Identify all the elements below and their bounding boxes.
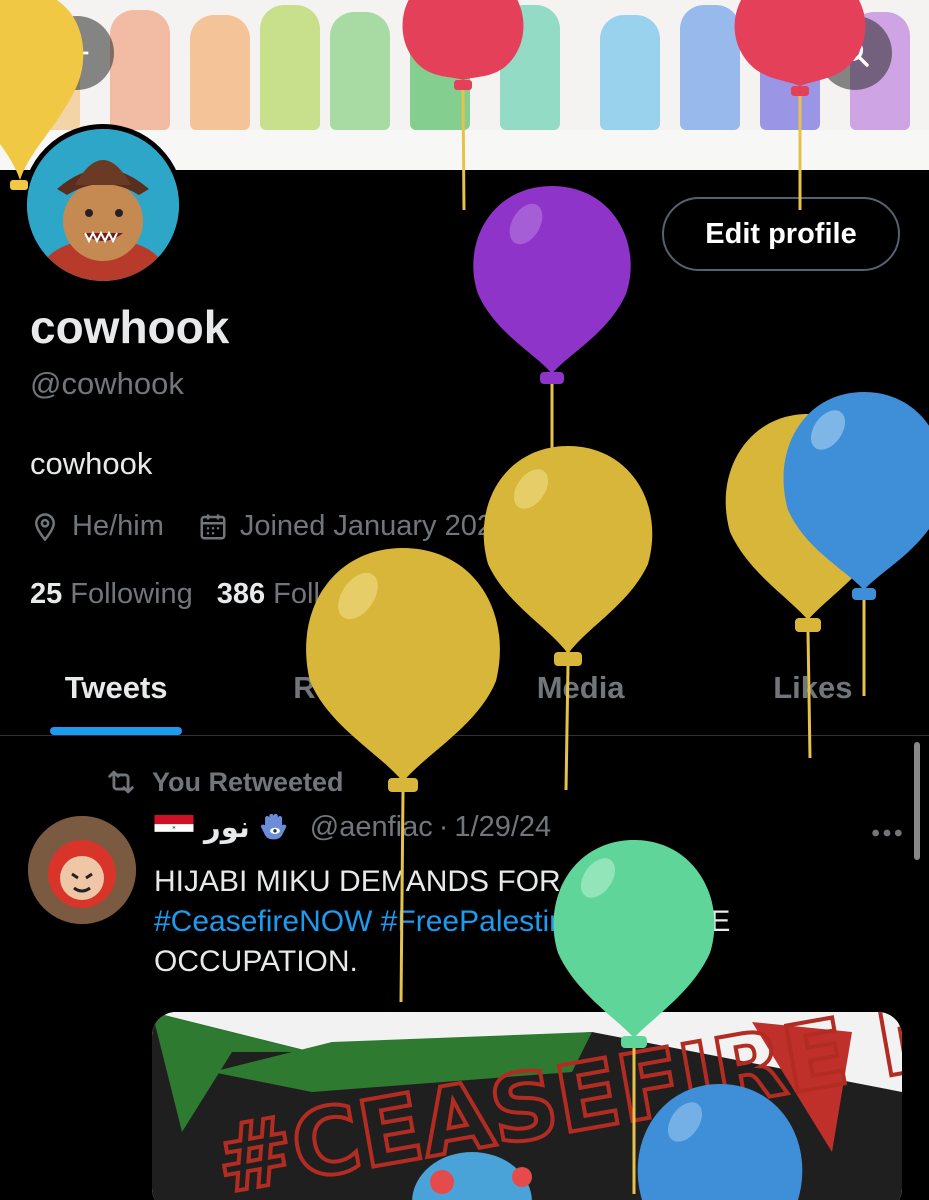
edit-profile-button[interactable]: Edit profile [662, 197, 900, 271]
user-handle: @cowhook [30, 366, 184, 401]
banner-figure [500, 5, 560, 130]
iraq-flag-icon: * [154, 814, 194, 841]
search-icon [841, 39, 869, 67]
more-horizontal-icon [872, 829, 902, 837]
calendar-icon [200, 514, 226, 539]
separator-dot: · [438, 811, 449, 843]
banner-figure [760, 10, 820, 130]
profile-tabs: Tweets Replies Media Likes [0, 640, 929, 736]
banner-figure [680, 5, 740, 130]
tab-media[interactable]: Media [465, 640, 697, 735]
profile-meta: He/him Joined January 2021 [30, 510, 543, 543]
banner-figure [600, 15, 660, 130]
location-pin-icon [34, 512, 56, 541]
pronouns-item: He/him [30, 510, 164, 543]
active-tab-indicator [50, 727, 183, 735]
author-avatar-image [28, 816, 136, 924]
following-count: 25 [30, 578, 63, 610]
balloon-gold-center [483, 446, 653, 791]
author-name-text: نور [204, 812, 250, 844]
hashtag-link[interactable]: #FreePalestine [381, 905, 583, 938]
banner-figure [410, 20, 470, 130]
more-options-button[interactable] [870, 814, 904, 847]
profile-avatar[interactable] [22, 124, 184, 286]
svg-text:*: * [172, 824, 176, 832]
hamsa-icon [260, 813, 287, 839]
search-button[interactable] [818, 16, 892, 90]
cowboy-avatar-image [27, 129, 179, 281]
balloon-purple [473, 186, 631, 500]
tab-tweets[interactable]: Tweets [0, 640, 232, 735]
banner-figure [260, 5, 320, 130]
followers-count: 386 [216, 578, 266, 610]
banner-figure [190, 15, 250, 130]
following-label: Following [70, 578, 193, 610]
retweet-label: You Retweeted [152, 766, 344, 797]
tab-label: Likes [773, 669, 853, 705]
tweet-date[interactable]: 1/29/24 [454, 811, 551, 844]
display-name: cowhook [30, 301, 230, 353]
profile-bio: cowhook [30, 446, 153, 481]
tweet-author-handle[interactable]: @aenfiac [310, 811, 433, 844]
pronouns-text: He/him [72, 510, 164, 542]
back-button[interactable] [40, 16, 114, 90]
scrollbar[interactable] [914, 742, 920, 860]
retweet-indicator: You Retweeted [104, 765, 344, 799]
tweet-media-image: #CEASEFIRE NOW [152, 1012, 902, 1200]
tweet-text: HIJABI MIKU DEMANDS FOR A #CeasefireNOW … [154, 862, 874, 982]
retweet-icon [108, 770, 134, 794]
tweet-author-name[interactable]: * نور [154, 810, 292, 845]
tab-label: Tweets [64, 669, 168, 705]
followers-label: Followers [273, 578, 398, 610]
follow-stats: 25 Following 386 Followers [30, 578, 421, 611]
tweet-header: * نور @aenfiac · 1/29/24 [154, 810, 904, 845]
following-link[interactable]: 25 Following [30, 578, 193, 611]
followers-link[interactable]: 386 Followers [217, 578, 397, 611]
joined-text: Joined January 2021 [239, 510, 510, 542]
tab-replies[interactable]: Replies [232, 640, 464, 735]
tweet-text-part: HIJABI MIKU DEMANDS FOR A [154, 865, 588, 898]
arrow-left-icon [65, 41, 89, 65]
tab-label: Replies [293, 669, 404, 705]
banner-figure [330, 12, 390, 130]
joined-item: Joined January 2021 [198, 510, 509, 543]
tweet-media[interactable]: #CEASEFIRE NOW [152, 1012, 902, 1200]
tab-likes[interactable]: Likes [697, 640, 929, 735]
tweet-author-avatar[interactable] [28, 816, 136, 924]
hashtag-link[interactable]: #CeasefireNOW [154, 905, 372, 938]
banner-figure [110, 10, 170, 130]
tab-label: Media [536, 669, 625, 705]
